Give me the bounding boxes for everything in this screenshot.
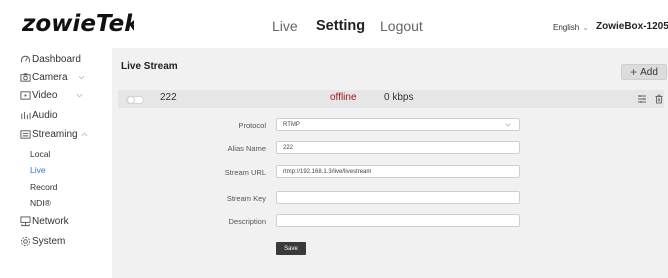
dashboard-icon: [20, 55, 31, 63]
sidebar-item-label: Video: [32, 90, 58, 101]
sidebar-item-label: Dashboard: [32, 54, 81, 65]
chevron-down-icon: ⌄: [582, 23, 589, 32]
svg-text:zowieTek: zowieTek: [22, 11, 134, 36]
language-label: English: [553, 23, 580, 32]
sidebar-item-label: System: [32, 236, 66, 247]
stream-row: 222 offline 0 kbps: [118, 90, 664, 108]
sidebar-item-label: Camera: [32, 72, 68, 83]
plus-icon: +: [630, 65, 638, 79]
toggle-knob: [127, 96, 135, 104]
description-field[interactable]: [276, 214, 520, 227]
add-button-label: Add: [640, 66, 658, 78]
streaming-icon: [20, 130, 31, 139]
zowietek-logo[interactable]: zowieTek: [22, 10, 134, 36]
protocol-select[interactable]: RTMP: [276, 118, 520, 131]
stream-url-field[interactable]: rtmp://192.168.1.3/live/livestream: [276, 165, 520, 178]
add-stream-button[interactable]: + Add: [621, 64, 667, 80]
sidebar-sub-record[interactable]: Record: [30, 182, 57, 192]
sliders-icon[interactable]: [637, 94, 647, 104]
camera-icon: [20, 73, 31, 82]
stream-bitrate: 0 kbps: [384, 92, 414, 103]
sidebar-item-label: Streaming: [32, 129, 78, 140]
sidebar-item-label: Network: [32, 216, 69, 227]
protocol-label: Protocol: [238, 121, 266, 130]
nav-live[interactable]: Live: [272, 18, 298, 34]
sidebar-item-network[interactable]: Network: [20, 216, 69, 227]
chevron-up-icon: [81, 132, 88, 137]
sidebar-item-camera[interactable]: Camera: [20, 72, 86, 83]
main-panel: Live Stream + Add 222 offline 0 kbps Pro…: [112, 48, 668, 278]
alias-name-value: 222: [283, 144, 294, 151]
sidebar-item-system[interactable]: System: [20, 236, 65, 247]
chevron-down-icon: [76, 93, 83, 98]
network-icon: [20, 216, 31, 227]
nav-logout[interactable]: Logout: [380, 18, 423, 34]
top-bar: zowieTek Live Setting Logout English ⌄ Zo…: [0, 0, 668, 48]
video-icon: [20, 91, 31, 100]
sidebar-item-streaming[interactable]: Streaming: [20, 129, 89, 140]
chevron-down-icon: [78, 75, 85, 80]
stream-url-label: Stream URL: [224, 168, 266, 177]
description-label: Description: [228, 217, 266, 226]
stream-key-field[interactable]: [276, 191, 520, 204]
device-name: ZowieBox-12053: [596, 21, 668, 32]
stream-enable-toggle[interactable]: [126, 96, 144, 104]
stream-key-label: Stream Key: [226, 194, 266, 203]
sidebar: Dashboard Camera Video Audio Streaming L…: [0, 48, 112, 278]
gear-icon: [20, 236, 31, 247]
alias-name-field[interactable]: 222: [276, 141, 520, 154]
audio-icon: [21, 111, 31, 120]
sidebar-item-dashboard[interactable]: Dashboard: [20, 54, 81, 65]
sidebar-item-label: Audio: [32, 110, 58, 121]
protocol-value: RTMP: [283, 121, 300, 128]
page-title: Live Stream: [121, 61, 178, 72]
sidebar-item-video[interactable]: Video: [20, 90, 84, 101]
sidebar-item-audio[interactable]: Audio: [20, 110, 58, 121]
stream-url-value: rtmp://192.168.1.3/live/livestream: [283, 168, 372, 175]
alias-name-label: Alias Name: [227, 144, 266, 153]
language-select[interactable]: English ⌄: [553, 23, 589, 32]
trash-icon[interactable]: [654, 94, 664, 104]
nav-setting[interactable]: Setting: [316, 18, 365, 34]
sidebar-sub-local[interactable]: Local: [30, 149, 50, 159]
stream-status: offline: [330, 92, 357, 103]
chevron-down-icon: [505, 123, 511, 127]
sidebar-sub-live[interactable]: Live: [30, 165, 46, 175]
stream-name: 222: [160, 92, 177, 103]
save-button[interactable]: Save: [276, 242, 306, 255]
sidebar-sub-ndi[interactable]: NDI®: [30, 198, 51, 208]
